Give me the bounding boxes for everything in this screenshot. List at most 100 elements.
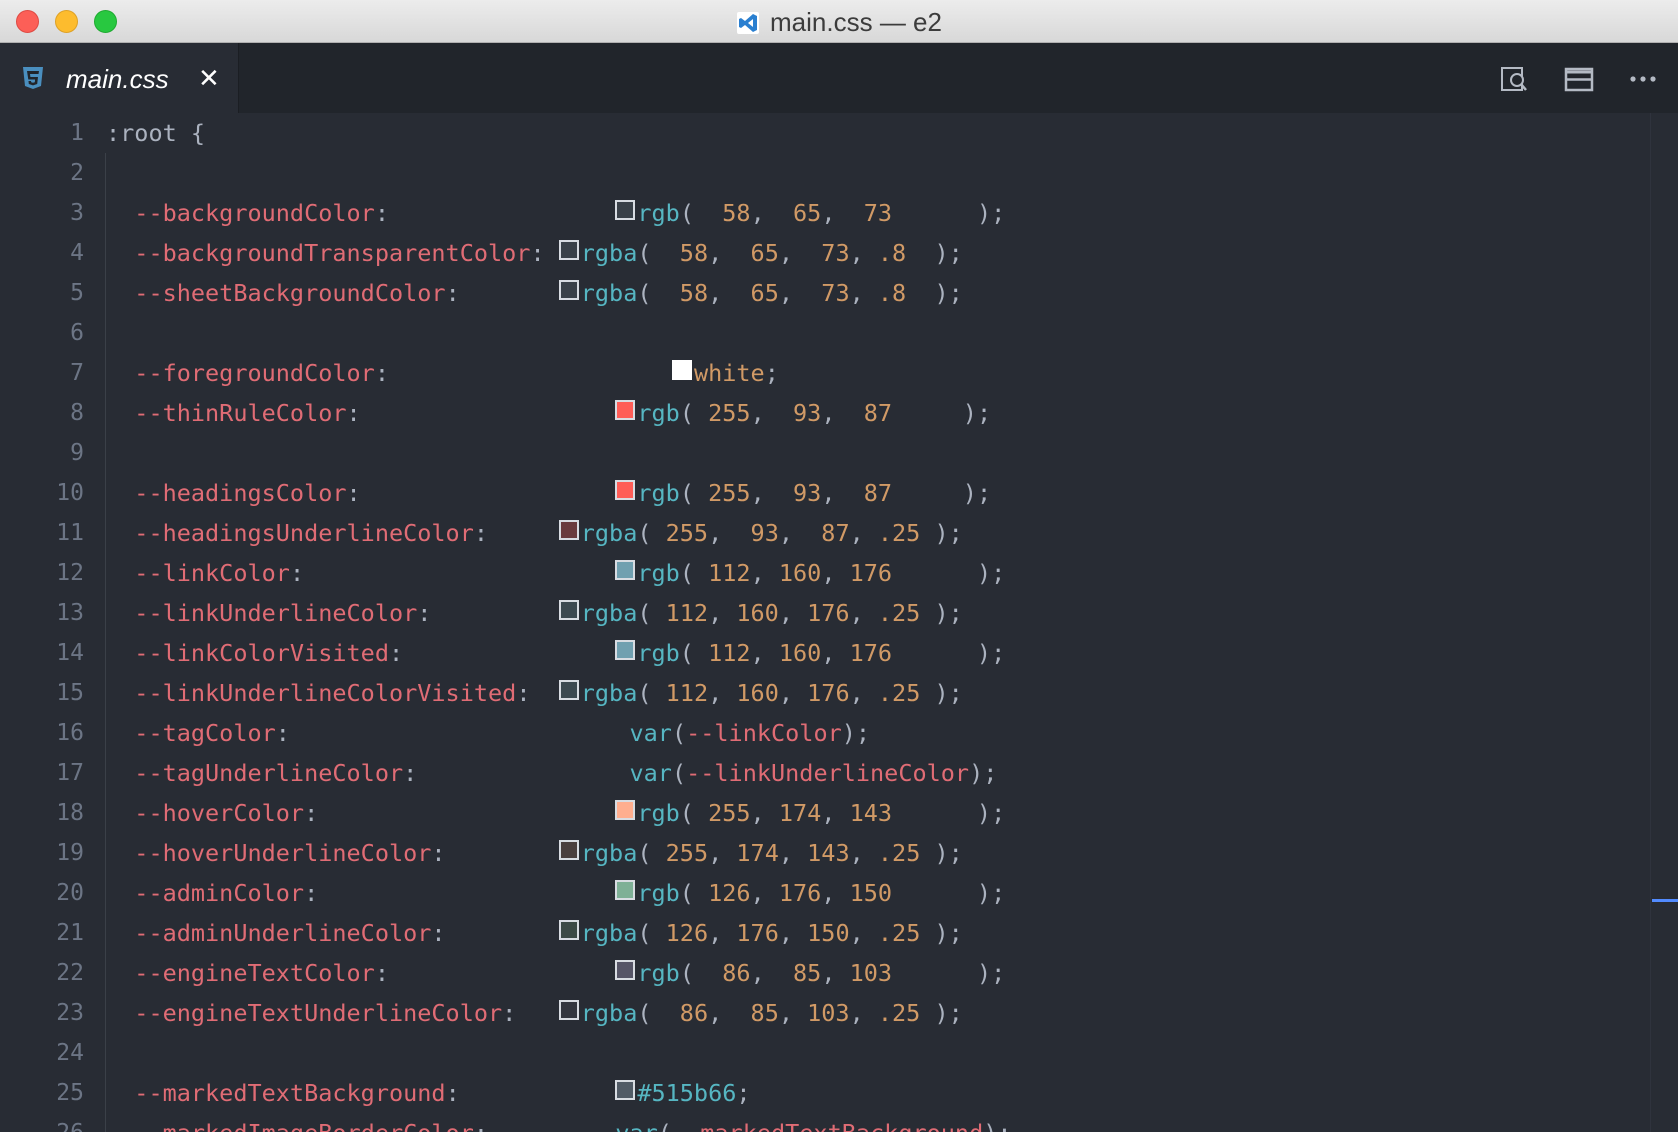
code-line[interactable]: 4 --backgroundTransparentColor: rgba( 58… bbox=[0, 233, 1650, 273]
window-title: main.css — e2 bbox=[0, 0, 1678, 42]
code-token: , bbox=[849, 599, 878, 627]
code-line[interactable]: 1:root { bbox=[0, 113, 1650, 153]
code-text: --thinRuleColor: rgb( 255, 93, 87 ); bbox=[106, 393, 991, 433]
code-line[interactable]: 16 --tagColor: var(--linkColor); bbox=[0, 713, 1650, 753]
color-swatch[interactable] bbox=[615, 1080, 636, 1100]
scrollbar[interactable] bbox=[1650, 113, 1678, 1132]
color-swatch[interactable] bbox=[558, 920, 579, 940]
code-line[interactable]: 22 --engineTextColor: rgb( 86, 85, 103 )… bbox=[0, 953, 1650, 993]
code-line[interactable]: 7 --foregroundColor: white; bbox=[0, 353, 1650, 393]
code-line[interactable]: 17 --tagUnderlineColor: var(--linkUnderl… bbox=[0, 753, 1650, 793]
code-token: ( bbox=[637, 999, 680, 1027]
code-line[interactable]: 15 --linkUnderlineColorVisited: rgba( 11… bbox=[0, 673, 1650, 713]
more-actions-icon[interactable] bbox=[1627, 63, 1659, 95]
code-token: 112 bbox=[665, 679, 709, 707]
code-token: , bbox=[778, 679, 808, 707]
code-editor[interactable]: 1:root {2 3 --backgroundColor: rgb( 58, 6… bbox=[0, 113, 1650, 1132]
code-token: 93 bbox=[793, 399, 822, 427]
color-swatch[interactable] bbox=[558, 680, 579, 700]
code-token: ( bbox=[679, 799, 709, 827]
color-swatch[interactable] bbox=[615, 880, 636, 900]
code-token: , bbox=[849, 919, 878, 947]
color-swatch[interactable] bbox=[615, 200, 636, 220]
line-number: 20 bbox=[56, 880, 84, 906]
code-token: rgb bbox=[637, 959, 680, 987]
code-token: : bbox=[403, 759, 630, 787]
color-swatch[interactable] bbox=[558, 520, 579, 540]
code-token: rgb bbox=[637, 799, 680, 827]
code-token: ; bbox=[764, 359, 779, 387]
code-text: --tagColor: var(--linkColor); bbox=[106, 713, 870, 753]
code-token: , bbox=[821, 199, 864, 227]
code-line[interactable]: 25 --markedTextBackground: #515b66; bbox=[0, 1073, 1650, 1113]
code-token: ); bbox=[920, 679, 963, 707]
code-token: : bbox=[502, 999, 559, 1027]
editor-window: main.css — e2 main.css ✕ 1:root {2 3 -… bbox=[0, 0, 1678, 1132]
color-swatch[interactable] bbox=[558, 600, 579, 620]
code-text: --adminColor: rgb( 126, 176, 150 ); bbox=[106, 873, 1005, 913]
code-line[interactable]: 11 --headingsUnderlineColor: rgba( 255, … bbox=[0, 513, 1650, 553]
code-line[interactable]: 10 --headingsColor: rgb( 255, 93, 87 ); bbox=[0, 473, 1650, 513]
code-token: ( bbox=[637, 279, 680, 307]
color-swatch[interactable] bbox=[615, 800, 636, 820]
code-line[interactable]: 2 bbox=[0, 153, 1650, 193]
code-line[interactable]: 19 --hoverUnderlineColor: rgba( 255, 174… bbox=[0, 833, 1650, 873]
line-number: 22 bbox=[56, 960, 84, 986]
code-line[interactable]: 9 bbox=[0, 433, 1650, 473]
color-swatch[interactable] bbox=[615, 640, 636, 660]
code-token: : bbox=[516, 679, 559, 707]
code-line[interactable]: 13 --linkUnderlineColor: rgba( 112, 160,… bbox=[0, 593, 1650, 633]
code-text: --backgroundTransparentColor: rgba( 58, … bbox=[106, 233, 962, 273]
code-token: , bbox=[750, 559, 779, 587]
code-token: : bbox=[374, 959, 616, 987]
color-swatch[interactable] bbox=[615, 480, 636, 500]
code-token: .25 bbox=[877, 839, 921, 867]
code-text: --markedTextBackground: #515b66; bbox=[106, 1073, 750, 1113]
code-text: :root { bbox=[106, 113, 205, 153]
code-token: rgba bbox=[580, 679, 638, 707]
code-token: --tagColor bbox=[134, 719, 276, 747]
code-line[interactable]: 14 --linkColorVisited: rgb( 112, 160, 17… bbox=[0, 633, 1650, 673]
code-token: ( bbox=[637, 519, 666, 547]
code-token: --engineTextUnderlineColor bbox=[134, 999, 503, 1027]
code-token: , bbox=[821, 879, 850, 907]
code-line[interactable]: 6 bbox=[0, 313, 1650, 353]
code-line[interactable]: 24 bbox=[0, 1033, 1650, 1073]
code-line[interactable]: 12 --linkColor: rgb( 112, 160, 176 ); bbox=[0, 553, 1650, 593]
line-number: 6 bbox=[70, 320, 84, 346]
open-preview-icon[interactable] bbox=[1498, 63, 1530, 95]
color-swatch[interactable] bbox=[671, 360, 692, 380]
code-line[interactable]: 26 --markedImageBorderColor: var(--marke… bbox=[0, 1113, 1650, 1132]
code-line[interactable]: 20 --adminColor: rgb( 126, 176, 150 ); bbox=[0, 873, 1650, 913]
color-swatch[interactable] bbox=[615, 560, 636, 580]
code-token: 73 bbox=[821, 239, 850, 267]
line-number: 3 bbox=[70, 200, 84, 226]
color-swatch[interactable] bbox=[615, 960, 636, 980]
code-line[interactable]: 21 --adminUnderlineColor: rgba( 126, 176… bbox=[0, 913, 1650, 953]
code-token: : bbox=[275, 719, 630, 747]
color-swatch[interactable] bbox=[615, 400, 636, 420]
code-token: , bbox=[821, 399, 864, 427]
color-swatch[interactable] bbox=[558, 240, 579, 260]
tab-close-button[interactable]: ✕ bbox=[198, 43, 220, 115]
code-token: 65 bbox=[793, 199, 822, 227]
code-token: 176 bbox=[778, 879, 822, 907]
code-line[interactable]: 18 --hoverColor: rgb( 255, 174, 143 ); bbox=[0, 793, 1650, 833]
code-token: , bbox=[708, 679, 737, 707]
color-swatch[interactable] bbox=[558, 840, 579, 860]
code-token: , bbox=[778, 919, 808, 947]
split-editor-icon[interactable] bbox=[1563, 63, 1595, 95]
code-line[interactable]: 3 --backgroundColor: rgb( 58, 65, 73 ); bbox=[0, 193, 1650, 233]
color-swatch[interactable] bbox=[558, 1000, 579, 1020]
color-swatch[interactable] bbox=[558, 280, 579, 300]
code-token: ( bbox=[679, 199, 723, 227]
tab-main-css[interactable]: main.css ✕ bbox=[0, 43, 239, 113]
code-token: rgba bbox=[580, 599, 638, 627]
code-line[interactable]: 8 --thinRuleColor: rgb( 255, 93, 87 ); bbox=[0, 393, 1650, 433]
code-line[interactable]: 5 --sheetBackgroundColor: rgba( 58, 65, … bbox=[0, 273, 1650, 313]
code-token: , bbox=[708, 919, 737, 947]
code-line[interactable]: 23 --engineTextUnderlineColor: rgba( 86,… bbox=[0, 993, 1650, 1033]
code-token: .8 bbox=[877, 239, 907, 267]
code-token: rgb bbox=[637, 479, 680, 507]
